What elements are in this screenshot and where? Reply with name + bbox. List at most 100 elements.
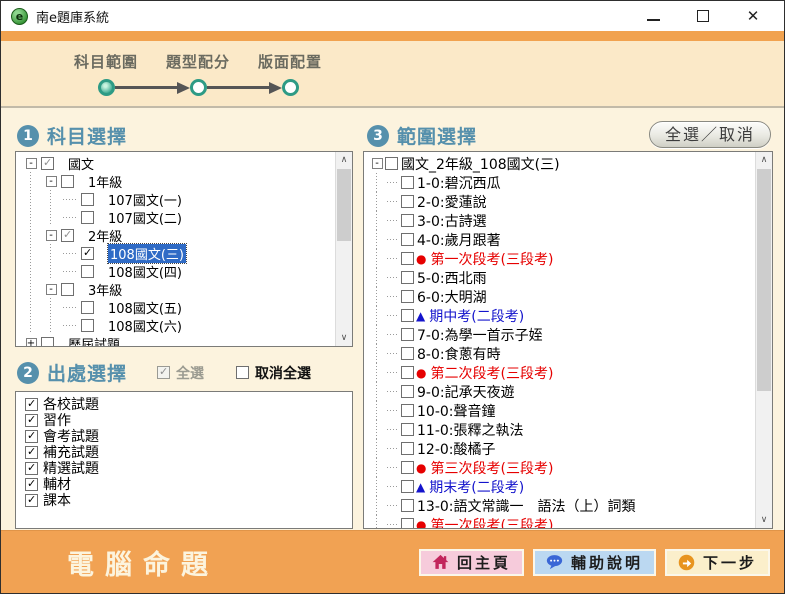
tree-item-checkbox[interactable] — [41, 157, 54, 170]
tree-item-label[interactable]: 5-0:西北雨 — [417, 268, 487, 288]
tree-item[interactable]: 13-0:語文常識一 語法（上）詞類 — [369, 496, 755, 515]
tree-item-label[interactable]: 13-0:語文常識一 語法（上）詞類 — [417, 496, 636, 516]
minimize-button-icon[interactable] — [647, 12, 660, 21]
tree-item[interactable]: ●第三次段考(三段考) — [369, 458, 755, 477]
tree-item[interactable]: ▲期中考(二段考) — [369, 306, 755, 325]
collapse-icon[interactable]: - — [372, 158, 383, 169]
tree-item-checkbox[interactable] — [81, 247, 94, 260]
vertical-scrollbar[interactable]: ∧ ∨ — [335, 152, 352, 346]
tree-item-checkbox[interactable] — [401, 442, 414, 455]
collapse-icon[interactable]: - — [46, 176, 57, 187]
tree-item[interactable]: +歷屆試題 — [21, 334, 335, 346]
tree-item[interactable]: 7-0:為學一首示子姪 — [369, 325, 755, 344]
tree-item[interactable]: 108國文(五) — [21, 298, 335, 316]
source-item-checkbox[interactable] — [25, 462, 38, 475]
select-all-toggle-button[interactable]: 全選／取消 — [649, 121, 771, 148]
maximize-button-icon[interactable] — [697, 10, 709, 22]
tree-item[interactable]: 2-0:愛蓮說 — [369, 192, 755, 211]
tree-item-checkbox[interactable] — [401, 309, 414, 322]
tree-item-checkbox[interactable] — [385, 157, 398, 170]
tree-item-label[interactable]: 期末考(二段考) — [429, 477, 524, 497]
tree-item-label[interactable]: 3-0:古詩選 — [417, 211, 487, 231]
tree-item-checkbox[interactable] — [401, 480, 414, 493]
tree-item[interactable]: 5-0:西北雨 — [369, 268, 755, 287]
tree-item[interactable]: -3年級 — [21, 280, 335, 298]
scroll-up-icon[interactable]: ∧ — [336, 152, 352, 168]
tree-item-label[interactable]: 10-0:聲音鐘 — [417, 401, 496, 421]
scroll-down-icon[interactable]: ∨ — [756, 512, 772, 528]
tree-item[interactable]: 4-0:歲月跟著 — [369, 230, 755, 249]
tree-item-label[interactable]: 國文 — [68, 154, 94, 173]
tree-item-checkbox[interactable] — [81, 211, 94, 224]
home-button[interactable]: 回主頁 — [419, 549, 524, 576]
tree-item[interactable]: 108國文(四) — [21, 262, 335, 280]
source-item-checkbox[interactable] — [25, 446, 38, 459]
tree-item-label[interactable]: 第一次段考(三段考) — [430, 249, 553, 269]
tree-item[interactable]: 3-0:古詩選 — [369, 211, 755, 230]
tree-item[interactable]: - 國文_2年級_108國文(三) — [369, 154, 755, 173]
tree-item-label[interactable]: 7-0:為學一首示子姪 — [417, 325, 543, 345]
tree-item-label[interactable]: 12-0:酸橘子 — [417, 439, 496, 459]
tree-item-label[interactable]: 2-0:愛蓮說 — [417, 192, 487, 212]
close-button-icon[interactable]: ✕ — [746, 9, 760, 23]
collapse-icon[interactable]: - — [46, 284, 57, 295]
tree-item-checkbox[interactable] — [61, 175, 74, 188]
tree-item[interactable]: 11-0:張釋之執法 — [369, 420, 755, 439]
tree-item[interactable]: ▲期末考(二段考) — [369, 477, 755, 496]
tree-item-checkbox[interactable] — [61, 229, 74, 242]
tree-item[interactable]: ●第一次段考(三段考) — [369, 249, 755, 268]
tree-item[interactable]: ●第一次段考(三段考) — [369, 515, 755, 528]
select-all-checkbox[interactable] — [157, 366, 170, 379]
tree-item-label[interactable]: 108國文(三) — [108, 244, 186, 263]
tree-item-checkbox[interactable] — [81, 193, 94, 206]
tree-item-checkbox[interactable] — [81, 319, 94, 332]
scrollbar-thumb[interactable] — [757, 169, 771, 391]
scroll-up-icon[interactable]: ∧ — [756, 152, 772, 168]
tree-item-checkbox[interactable] — [401, 518, 414, 528]
tree-item-checkbox[interactable] — [81, 265, 94, 278]
tree-item-label[interactable]: 2年級 — [88, 226, 122, 245]
tree-item-checkbox[interactable] — [401, 404, 414, 417]
tree-item[interactable]: 108國文(六) — [21, 316, 335, 334]
tree-item-checkbox[interactable] — [401, 195, 414, 208]
source-item-checkbox[interactable] — [25, 398, 38, 411]
tree-item-checkbox[interactable] — [401, 214, 414, 227]
source-list-item[interactable]: 課本 — [21, 492, 352, 508]
tree-item-label[interactable]: 第一次段考(三段考) — [430, 515, 553, 529]
source-item-checkbox[interactable] — [25, 430, 38, 443]
deselect-all-control[interactable]: 取消全選 — [236, 363, 311, 383]
tree-item-label[interactable]: 4-0:歲月跟著 — [417, 230, 501, 250]
tree-item[interactable]: ●第二次段考(三段考) — [369, 363, 755, 382]
vertical-scrollbar[interactable]: ∧ ∨ — [755, 152, 772, 528]
tree-item-label[interactable]: 107國文(一) — [108, 190, 182, 209]
help-button[interactable]: 輔助說明 — [533, 549, 656, 576]
tree-item-checkbox[interactable] — [401, 290, 414, 303]
tree-item-checkbox[interactable] — [401, 347, 414, 360]
source-item-checkbox[interactable] — [25, 478, 38, 491]
tree-item-label[interactable]: 國文_2年級_108國文(三) — [401, 154, 560, 174]
deselect-all-checkbox[interactable] — [236, 366, 249, 379]
source-item-checkbox[interactable] — [25, 414, 38, 427]
collapse-icon[interactable]: - — [46, 230, 57, 241]
tree-item[interactable]: -國文 — [21, 154, 335, 172]
tree-item-checkbox[interactable] — [401, 328, 414, 341]
expand-icon[interactable]: + — [26, 338, 37, 347]
tree-item-checkbox[interactable] — [401, 499, 414, 512]
tree-item[interactable]: 108國文(三) — [21, 244, 335, 262]
next-step-button[interactable]: 下一步 — [665, 549, 770, 576]
tree-item-checkbox[interactable] — [81, 301, 94, 314]
tree-item-checkbox[interactable] — [401, 252, 414, 265]
source-item-checkbox[interactable] — [25, 494, 38, 507]
tree-item-checkbox[interactable] — [401, 366, 414, 379]
tree-item[interactable]: 10-0:聲音鐘 — [369, 401, 755, 420]
tree-item[interactable]: 9-0:記承天夜遊 — [369, 382, 755, 401]
tree-item-checkbox[interactable] — [401, 423, 414, 436]
tree-item-checkbox[interactable] — [61, 283, 74, 296]
tree-item-checkbox[interactable] — [401, 271, 414, 284]
tree-item-label[interactable]: 108國文(四) — [108, 262, 182, 281]
tree-item-label[interactable]: 107國文(二) — [108, 208, 182, 227]
tree-item[interactable]: 12-0:酸橘子 — [369, 439, 755, 458]
tree-item-label[interactable]: 8-0:食蔥有時 — [417, 344, 501, 364]
tree-item-label[interactable]: 108國文(五) — [108, 298, 182, 317]
tree-item-label[interactable]: 第二次段考(三段考) — [430, 363, 553, 383]
